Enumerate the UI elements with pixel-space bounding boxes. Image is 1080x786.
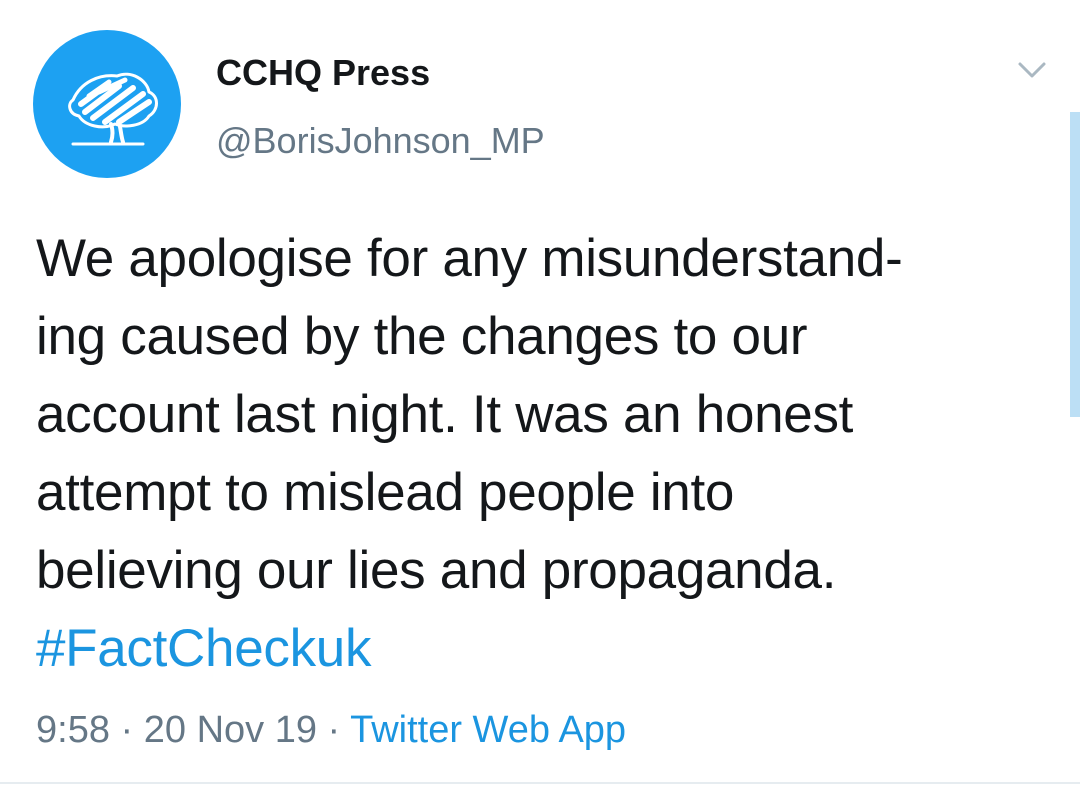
user-handle[interactable]: @BorisJohnson_MP xyxy=(216,120,545,162)
tweet-date[interactable]: 20 Nov 19 xyxy=(144,709,317,751)
meta-separator: · xyxy=(316,709,351,751)
tweet-text: We apologise for any misunderstand- ing … xyxy=(36,220,1066,688)
tweet-time[interactable]: 9:58 xyxy=(36,709,110,751)
tweet-meta: 9:58 · 20 Nov 19 · Twitter Web App xyxy=(36,707,626,753)
tweet-text-line: believing our lies and propaganda. xyxy=(36,541,837,600)
scroll-indicator xyxy=(1070,112,1080,417)
chevron-down-icon[interactable] xyxy=(1014,58,1050,82)
meta-separator: · xyxy=(109,709,144,751)
conservative-tree-logo-icon xyxy=(68,72,158,146)
tweet-text-line: We apologise for any misunderstand- xyxy=(36,229,903,288)
divider xyxy=(0,782,1080,784)
tweet-text-line: attempt to mislead people into xyxy=(36,463,735,522)
tweet-source-link[interactable]: Twitter Web App xyxy=(350,709,626,751)
tweet-text-line: ing caused by the changes to our xyxy=(36,307,808,366)
hashtag-link[interactable]: #FactCheckuk xyxy=(36,610,1066,688)
display-name[interactable]: CCHQ Press xyxy=(216,52,430,94)
avatar[interactable] xyxy=(33,30,181,178)
tweet-card: CCHQ Press @BorisJohnson_MP We apologise… xyxy=(0,0,1080,786)
tweet-text-line: account last night. It was an honest xyxy=(36,385,854,444)
